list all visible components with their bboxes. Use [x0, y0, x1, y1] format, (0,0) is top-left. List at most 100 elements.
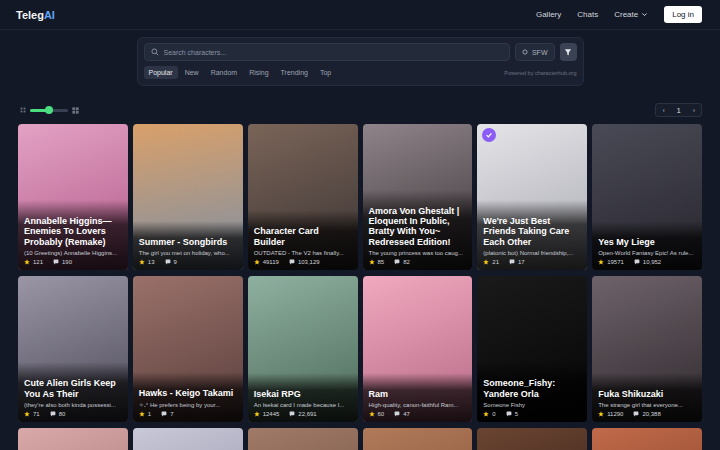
character-card[interactable] — [18, 428, 128, 450]
chat-count: 47 — [403, 411, 410, 417]
card-title: Character Card Builder — [254, 226, 352, 247]
small-grid-icon — [20, 107, 26, 113]
character-card[interactable]: Yes My LiegeOpen-World Fantasy Epic! As … — [592, 124, 702, 270]
card-info: Fuka ShikuzakiThe strange girl that ever… — [592, 373, 702, 422]
card-title: Amora Von Ghestalt | Eloquent In Public,… — [369, 206, 467, 247]
card-info: Amora Von Ghestalt | Eloquent In Public,… — [363, 190, 473, 270]
character-card[interactable]: Annabelle Higgins—Enemies To Lovers Prob… — [18, 124, 128, 270]
nav-links: Gallery Chats Create Log in — [536, 6, 702, 23]
large-grid-icon — [72, 107, 79, 114]
card-info: Isekai RPGAn Isekai card I made because … — [248, 373, 358, 422]
nav-label: Chats — [577, 10, 598, 19]
sort-tab[interactable]: Popular — [144, 66, 178, 79]
sfw-toggle[interactable]: SFW — [515, 43, 555, 61]
star-count: 11290 — [607, 411, 623, 417]
card-title: Someone_Fishy: Yandere Orla — [483, 378, 581, 399]
card-description: ✧˖° He prefers being by your... — [139, 401, 237, 408]
card-info: We're Just Best Friends Taking Care Each… — [477, 200, 587, 270]
slider-track[interactable] — [30, 109, 68, 112]
sort-tab[interactable]: Random — [206, 66, 242, 79]
logo-accent: AI — [44, 9, 55, 21]
character-card[interactable] — [592, 428, 702, 450]
card-title: Isekai RPG — [254, 389, 352, 399]
chat-icon — [633, 411, 639, 417]
card-description: The strange girl that everyone... — [598, 402, 696, 408]
search-input[interactable] — [164, 49, 503, 56]
star-icon — [24, 259, 30, 265]
card-title: Ram — [369, 389, 467, 399]
card-description: (they're also both kinda possessi... — [24, 402, 122, 408]
login-button[interactable]: Log in — [664, 6, 702, 23]
chat-icon — [165, 259, 171, 265]
card-description: Open-World Fantasy Epic! As rule... — [598, 250, 696, 256]
powered-by[interactable]: Powered by characterhub.org — [504, 70, 576, 76]
chat-icon — [506, 411, 512, 417]
card-stats: 2117 — [483, 259, 581, 265]
character-card[interactable]: Isekai RPGAn Isekai card I made because … — [248, 276, 358, 422]
star-icon — [369, 411, 375, 417]
card-size-slider[interactable] — [20, 107, 79, 114]
character-card[interactable] — [133, 428, 243, 450]
sort-tab[interactable]: Top — [315, 66, 336, 79]
card-description: (10 Greetings) Annabelle Higgins... — [24, 250, 122, 256]
slider-knob[interactable] — [45, 106, 53, 114]
character-card[interactable]: Someone_Fishy: Yandere OrlaSomeone Fishy… — [477, 276, 587, 422]
search-row: SFW — [144, 43, 577, 61]
character-card[interactable]: Summer - Songbirds The girl you met on ho… — [133, 124, 243, 270]
card-description: The girl you met on holiday, who... — [139, 250, 237, 256]
character-card[interactable]: Amora Von Ghestalt | Eloquent In Public,… — [363, 124, 473, 270]
character-card[interactable] — [248, 428, 358, 450]
card-info: Character Card Builder OUTDATED - The V2 … — [248, 210, 358, 270]
logo[interactable]: TelegAI — [16, 9, 55, 21]
chat-count: 80 — [59, 411, 66, 417]
character-card[interactable]: Character Card Builder OUTDATED - The V2 … — [248, 124, 358, 270]
pagination: ‹1› — [655, 103, 702, 117]
chat-count: 7 — [170, 411, 173, 417]
star-icon — [483, 411, 489, 417]
character-card[interactable]: Fuka ShikuzakiThe strange girl that ever… — [592, 276, 702, 422]
card-stats: 121190 — [24, 259, 122, 265]
sort-tab[interactable]: Rising — [244, 66, 273, 79]
character-card[interactable]: We're Just Best Friends Taking Care Each… — [477, 124, 587, 270]
card-stats: 49119103,129 — [254, 259, 352, 265]
card-info: Hawks - Keigo Takami✧˖° He prefers being… — [133, 372, 243, 422]
card-description: OUTDATED - The V2 has finally... — [254, 250, 352, 256]
star-count: 12445 — [263, 411, 280, 417]
character-card[interactable]: Hawks - Keigo Takami✧˖° He prefers being… — [133, 276, 243, 422]
next-page-button[interactable]: › — [687, 107, 701, 114]
nav-link[interactable]: Create — [614, 10, 648, 19]
filter-button[interactable] — [560, 43, 577, 61]
star-icon — [254, 259, 260, 265]
character-card[interactable]: Cute Alien Girls Keep You As Their(they'… — [18, 276, 128, 422]
card-stats: 1129020,388 — [598, 411, 696, 417]
character-card[interactable]: RamHigh-quality, canon-faithful Ram...60… — [363, 276, 473, 422]
chat-icon — [161, 411, 167, 417]
chat-icon — [53, 259, 59, 265]
star-icon — [598, 259, 604, 265]
prev-page-button[interactable]: ‹ — [656, 107, 670, 114]
sort-tab[interactable]: Trending — [276, 66, 313, 79]
sort-tab[interactable]: New — [180, 66, 204, 79]
page-number[interactable]: 1 — [671, 107, 687, 114]
chat-icon — [394, 411, 400, 417]
star-count: 21 — [492, 259, 499, 265]
card-stats: 17 — [139, 411, 237, 417]
nav-link[interactable]: Chats — [577, 10, 598, 19]
chat-count: 5 — [515, 411, 518, 417]
top-nav: TelegAI Gallery Chats Create Log in — [0, 0, 720, 30]
search-field[interactable] — [144, 43, 510, 61]
card-stats: 8582 — [369, 259, 467, 265]
card-title: We're Just Best Friends Taking Care Each… — [483, 216, 581, 247]
character-card[interactable] — [363, 428, 473, 450]
search-panel: SFW PopularNewRandomRisingTrendingTop Powe… — [137, 37, 584, 86]
chat-count: 82 — [403, 259, 410, 265]
star-icon — [139, 411, 145, 417]
chat-icon — [289, 259, 295, 265]
card-description: The young princess was too caug... — [369, 250, 467, 256]
chat-count: 190 — [62, 259, 72, 265]
card-title: Summer - Songbirds — [139, 237, 237, 247]
nav-link[interactable]: Gallery — [536, 10, 561, 19]
character-card[interactable] — [477, 428, 587, 450]
card-stats: 6047 — [369, 411, 467, 417]
star-icon — [598, 411, 604, 417]
